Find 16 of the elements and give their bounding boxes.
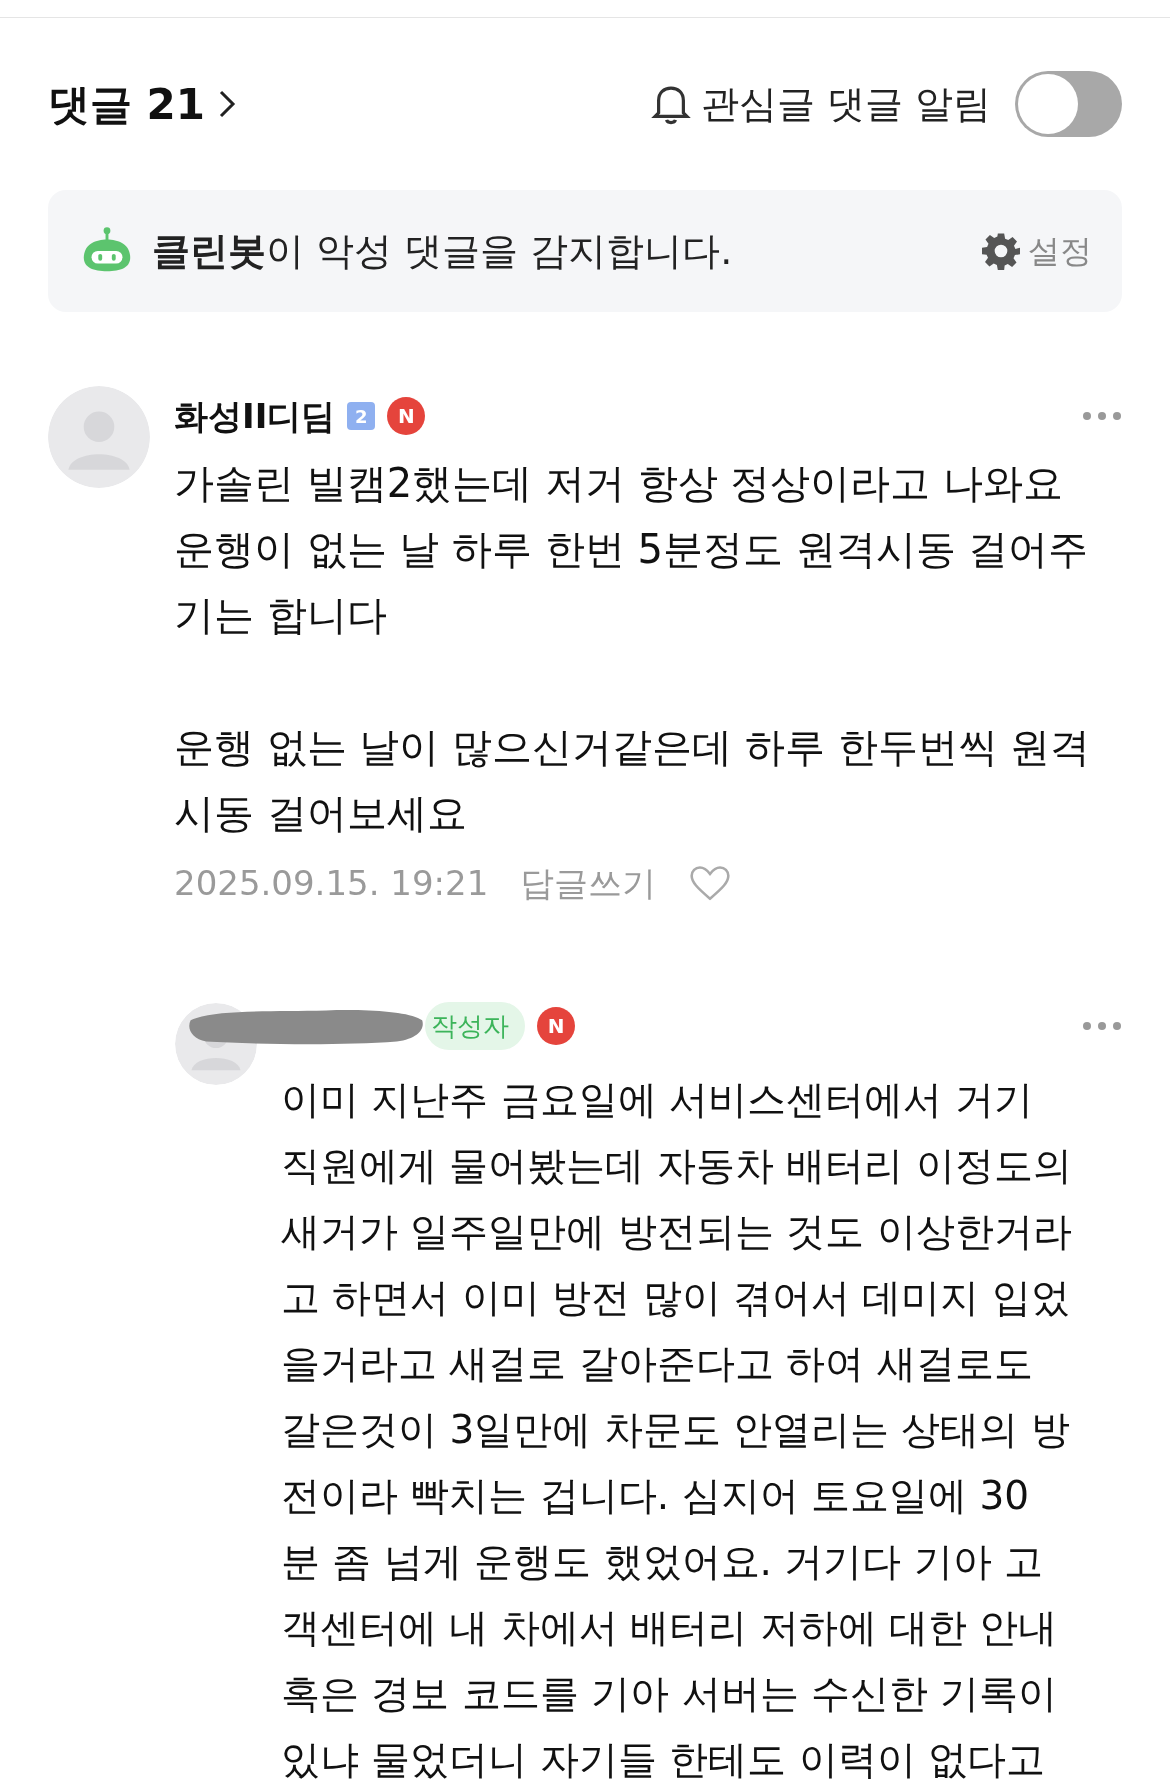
writer-badge: 작성자 xyxy=(425,1002,525,1050)
level-badge: 2 xyxy=(347,402,376,430)
comment-text: 운행 없는 날이 많으신거같은데 하루 한두번씩 원격 시동 걸어보세요 xyxy=(174,723,1092,838)
comment-text: 이미 지난주 금요일에 서비스센터에서 거기 직원에게 물어봤는데 자동차 배터리 이정도의 새거가 일주일만에 방전되는 것도 이상한거라 고 하면서 이미 방전 많이 겪어서 데미지 입었 을거라고 새걸로 갈아준다고 하여 새걸로도 갈은것이 3일만에 차문도 안열리는 상태의 방 전이라 빡치는 겁니다. 심지어 토요일에 30 분 좀 넘게 운행도 했었어요. 거기다 기아 고 객센터에 내 차에서 배터리 저하에 대한 안내 혹은 경보 코드를 기아 서버는 수신한 기록이 있냐 물었더니 자기들 한테도 이력이 없다고 xyxy=(281,1076,1073,1784)
notification-label: 관심글 댓글 알림 xyxy=(700,80,991,128)
cleanbot-message: 클린봇이 악성 댓글을 감지합니다. xyxy=(152,227,733,275)
new-badge: N xyxy=(387,397,426,435)
author-name[interactable]: 화성II디딤 xyxy=(174,390,336,442)
comment-text: 가솔린 빌캠2했는데 저거 항상 정상이라고 나와요 운행이 없는 날 하루 한번 5분정도 원격시동 걸어주 기는 합니다 xyxy=(174,459,1090,640)
new-badge: N xyxy=(537,1007,575,1045)
more-icon[interactable] xyxy=(1082,1021,1122,1031)
comments-title-link[interactable]: 댓글 21 xyxy=(48,72,238,136)
settings-icon xyxy=(982,232,1020,270)
comment-date: 2025.09.15. 19:21 xyxy=(174,862,489,905)
chevron-right-icon xyxy=(217,88,238,120)
more-icon[interactable] xyxy=(1082,411,1122,421)
